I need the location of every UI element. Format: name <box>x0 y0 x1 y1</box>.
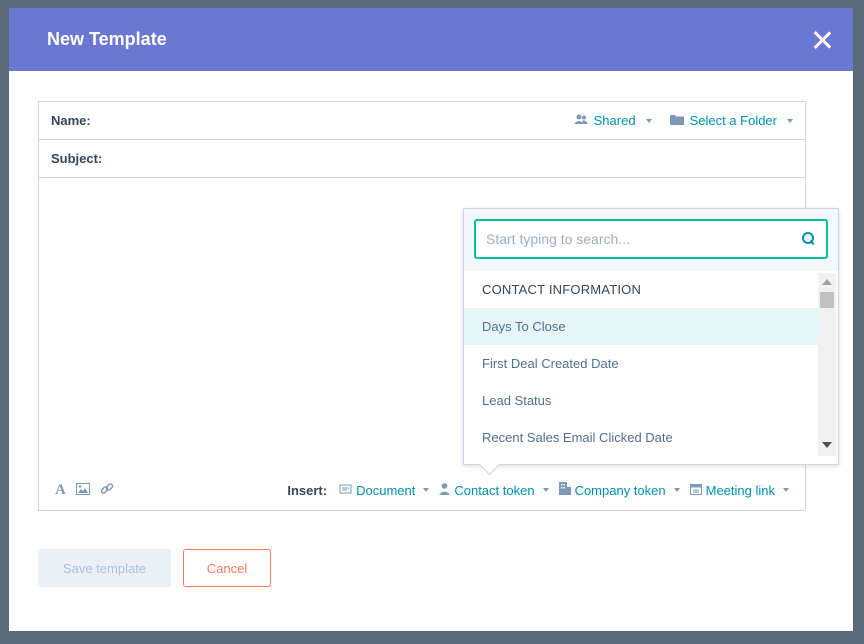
shared-label: Shared <box>593 113 636 128</box>
token-search-input[interactable] <box>486 231 802 247</box>
token-list: CONTACT INFORMATION Days To Close First … <box>464 271 818 456</box>
chevron-down-icon <box>645 118 652 123</box>
document-label: Document <box>356 482 416 498</box>
modal-header: New Template <box>9 8 853 71</box>
person-icon <box>439 482 451 498</box>
folder-dropdown[interactable]: Select a Folder <box>669 113 793 128</box>
insert-meeting-link-button[interactable]: Meeting link <box>689 482 789 498</box>
token-list-item[interactable]: First Deal Created Date <box>464 345 818 382</box>
insert-document-button[interactable]: Document <box>339 482 430 498</box>
token-list-item[interactable]: Lead Status <box>464 382 818 419</box>
chevron-down-icon <box>423 488 430 492</box>
image-icon[interactable] <box>75 482 90 498</box>
document-icon <box>339 483 352 497</box>
subject-row[interactable]: Subject: <box>39 140 805 178</box>
contact-token-label: Contact token <box>454 482 535 498</box>
scroll-down-arrow-icon[interactable] <box>822 442 832 448</box>
modal-footer: Save template Cancel <box>38 549 271 587</box>
insert-tools: Insert: Document Contact token Company t… <box>287 482 789 498</box>
insert-company-token-button[interactable]: Company token <box>558 482 680 498</box>
folder-icon <box>669 114 684 128</box>
insert-contact-token-button[interactable]: Contact token <box>439 482 549 498</box>
token-list-scrollbar[interactable] <box>818 273 836 456</box>
token-search-box[interactable] <box>474 219 828 259</box>
meeting-link-label: Meeting link <box>705 482 775 498</box>
chevron-down-icon <box>542 488 549 492</box>
name-row[interactable]: Name: Shared Select a Folder <box>39 102 805 140</box>
token-section-header: CONTACT INFORMATION <box>482 282 642 297</box>
users-icon <box>573 114 588 128</box>
token-list-item[interactable]: Recent Sales Email Clicked Date <box>464 419 818 456</box>
save-template-button[interactable]: Save template <box>38 549 171 587</box>
scrollbar-thumb[interactable] <box>820 292 834 308</box>
editor-toolbar: A Insert: Document Contact token Company… <box>39 470 805 510</box>
name-row-controls: Shared Select a Folder <box>573 113 793 128</box>
token-list-item[interactable]: Days To Close <box>464 308 818 345</box>
cancel-button[interactable]: Cancel <box>183 549 271 587</box>
chevron-down-icon <box>787 118 793 123</box>
insert-label: Insert: <box>287 482 328 498</box>
text-format-icon[interactable]: A <box>55 482 66 499</box>
modal-title: New Template <box>47 29 167 49</box>
token-search-wrap <box>464 209 838 271</box>
search-icon[interactable] <box>802 232 816 246</box>
link-icon[interactable] <box>100 482 114 499</box>
contact-token-dropdown: CONTACT INFORMATION Days To Close First … <box>463 208 839 465</box>
folder-label: Select a Folder <box>689 113 777 128</box>
chevron-down-icon <box>673 488 680 492</box>
calendar-icon <box>689 483 702 498</box>
format-tools: A <box>55 482 114 499</box>
company-token-label: Company token <box>574 482 666 498</box>
building-icon <box>558 482 571 498</box>
scroll-up-arrow-icon[interactable] <box>822 279 832 285</box>
name-label: Name: <box>51 113 91 128</box>
shared-dropdown[interactable]: Shared <box>573 113 652 128</box>
chevron-down-icon <box>783 488 789 492</box>
close-icon[interactable] <box>811 29 833 51</box>
subject-label: Subject: <box>51 151 103 166</box>
